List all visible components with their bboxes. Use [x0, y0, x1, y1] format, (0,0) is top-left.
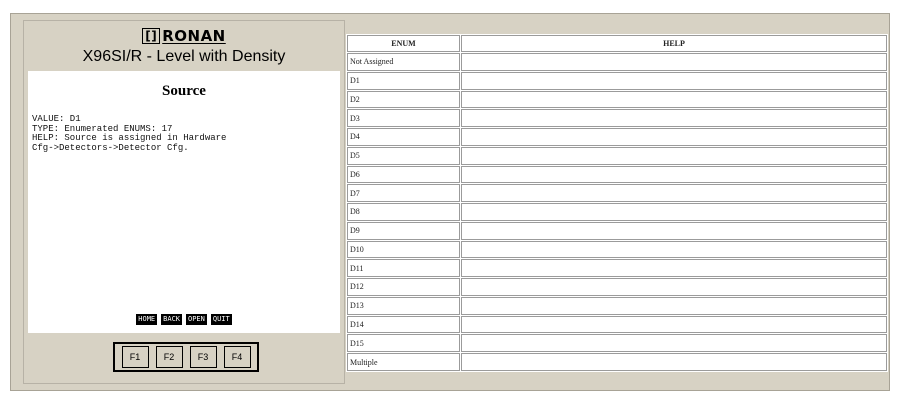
enum-cell: D15: [347, 334, 460, 352]
table-body: Not Assigned D1 D2 D3 D4 D5 D6 D7 D8 D9 D10 D11 D12 D…: [347, 53, 887, 371]
help-cell: [461, 128, 887, 146]
brand-bar: [] RONAN X96SI/R - Level with Density: [24, 21, 344, 71]
logo-text: RONAN: [162, 27, 226, 45]
enum-cell: D13: [347, 296, 460, 315]
help-cell: [461, 165, 887, 184]
function-keys: F1 F2 F3 F4: [113, 342, 259, 372]
table-row[interactable]: Not Assigned: [347, 53, 887, 71]
device-panel: [] RONAN X96SI/R - Level with Density Sou…: [23, 20, 345, 384]
enum-header: ENUM: [347, 35, 460, 52]
enum-cell: D6: [347, 165, 460, 184]
table-row[interactable]: D4: [347, 128, 887, 146]
quit-button[interactable]: QUIT: [210, 314, 232, 325]
ronan-logo: [] RONAN: [142, 27, 226, 45]
enum-table-panel: ENUM HELP Not Assigned D1 D2 D3 D4 D5 D6 D7 D8 D9…: [346, 34, 888, 372]
table-row[interactable]: D13: [347, 296, 887, 315]
table-row[interactable]: D8: [347, 203, 887, 221]
help-cell: [461, 353, 887, 371]
parameter-info: VALUE: D1 TYPE: Enumerated ENUMS: 17 HELP:…: [32, 114, 340, 153]
help-cell: [461, 259, 887, 277]
help-cell: [461, 240, 887, 259]
help-line-2: Cfg->Detectors->Detector Cfg.: [32, 142, 189, 153]
table-row[interactable]: Multiple: [347, 353, 887, 371]
table-row[interactable]: D1: [347, 71, 887, 90]
help-cell: [461, 71, 887, 90]
help-cell: [461, 146, 887, 165]
enum-cell: D2: [347, 90, 460, 109]
model-title: X96SI/R - Level with Density: [82, 48, 286, 65]
f2-key[interactable]: F2: [155, 346, 183, 368]
enum-cell: Multiple: [347, 353, 460, 371]
table-row[interactable]: D6: [347, 165, 887, 184]
table-row[interactable]: D3: [347, 109, 887, 127]
open-button[interactable]: OPEN: [186, 314, 207, 325]
table-row[interactable]: D2: [347, 90, 887, 109]
help-cell: [461, 90, 887, 109]
enum-cell: D14: [347, 315, 460, 334]
help-cell: [461, 296, 887, 315]
enum-cell: D3: [347, 109, 460, 127]
enum-cell: D4: [347, 128, 460, 146]
enum-cell: D1: [347, 71, 460, 90]
logo-mark: []: [142, 28, 161, 44]
enum-cell: D5: [347, 146, 460, 165]
enum-table: ENUM HELP Not Assigned D1 D2 D3 D4 D5 D6 D7 D8 D9…: [346, 34, 888, 372]
table-row[interactable]: D11: [347, 259, 887, 277]
display-screen: Source VALUE: D1 TYPE: Enumerated ENUMS: …: [28, 71, 340, 333]
help-cell: [461, 221, 887, 240]
f3-key[interactable]: F3: [189, 346, 217, 368]
parameter-title: Source: [162, 83, 206, 99]
enum-cell: D9: [347, 221, 460, 240]
table-row[interactable]: D14: [347, 315, 887, 334]
table-row[interactable]: D10: [347, 240, 887, 259]
help-cell: [461, 184, 887, 202]
help-cell: [461, 315, 887, 334]
home-button[interactable]: HOME: [136, 314, 158, 325]
table-row[interactable]: D7: [347, 184, 887, 202]
help-cell: [461, 53, 887, 71]
help-cell: [461, 334, 887, 352]
table-row[interactable]: D15: [347, 334, 887, 352]
enum-cell: D8: [347, 203, 460, 221]
table-row[interactable]: D5: [347, 146, 887, 165]
enum-cell: D10: [347, 240, 460, 259]
f1-key[interactable]: F1: [121, 346, 149, 368]
table-header-row: ENUM HELP: [347, 35, 887, 52]
enum-cell: D11: [347, 259, 460, 277]
f4-key[interactable]: F4: [223, 346, 251, 368]
help-cell: [461, 109, 887, 127]
enum-cell: D7: [347, 184, 460, 202]
enum-cell: D12: [347, 278, 460, 296]
help-cell: [461, 278, 887, 296]
help-header: HELP: [461, 35, 887, 52]
back-button[interactable]: BACK: [161, 314, 182, 325]
help-cell: [461, 203, 887, 221]
table-row[interactable]: D9: [347, 221, 887, 240]
table-row[interactable]: D12: [347, 278, 887, 296]
enum-cell: Not Assigned: [347, 53, 460, 71]
nav-buttons: HOME BACK OPEN QUIT: [28, 314, 340, 325]
